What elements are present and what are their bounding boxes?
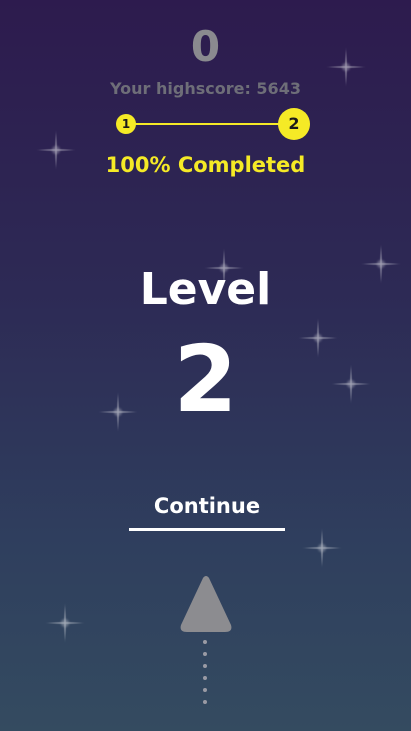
highscore-label: Your highscore: 5643 — [110, 79, 301, 98]
triangle-ship-icon — [180, 576, 232, 632]
dotted-trail-icon — [203, 640, 207, 712]
sparkle-star-icon — [302, 528, 342, 568]
progress-end-level: 2 — [278, 108, 310, 140]
level-progress-bar: 1 2 — [116, 108, 310, 140]
level-title: Level — [139, 264, 272, 315]
level-number: 2 — [173, 326, 238, 433]
current-score: 0 — [190, 22, 221, 71]
sparkle-star-icon — [45, 603, 85, 643]
progress-start-level: 1 — [116, 114, 136, 134]
continue-button[interactable]: Continue — [129, 494, 285, 531]
completion-percentage: 100% Completed — [105, 153, 306, 177]
progress-track — [126, 123, 294, 125]
